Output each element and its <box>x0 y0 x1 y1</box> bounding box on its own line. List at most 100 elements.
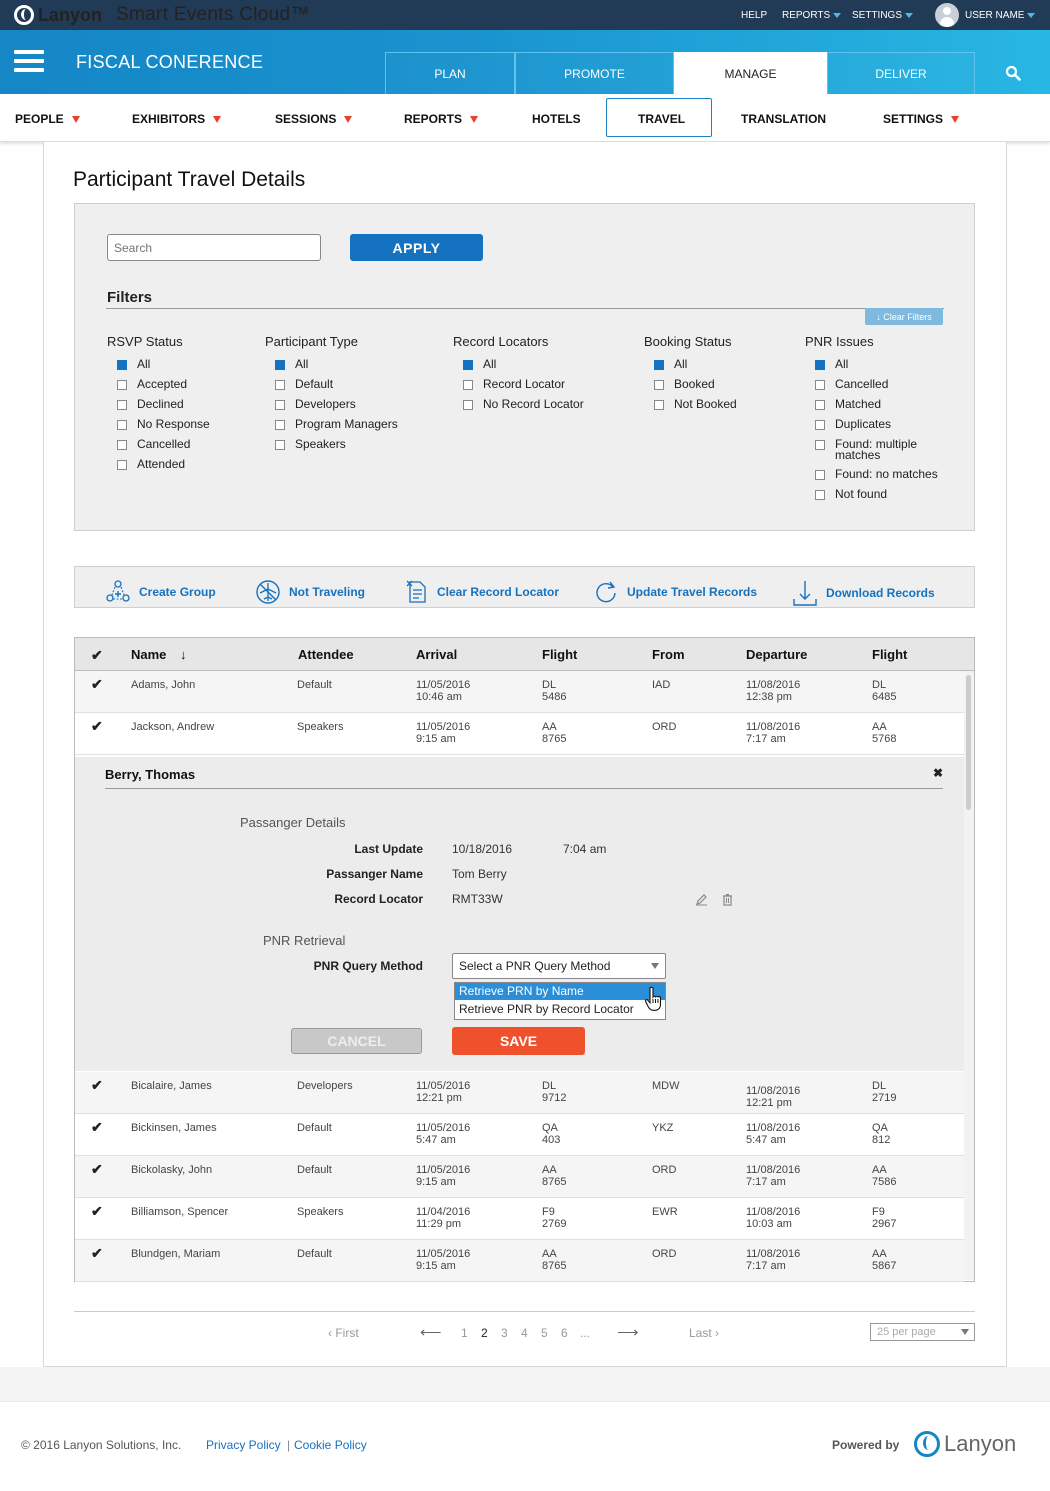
filter-option[interactable]: All <box>463 358 633 370</box>
filter-checkbox[interactable] <box>815 440 825 450</box>
page-number[interactable]: 6 <box>561 1326 568 1340</box>
filter-option[interactable]: Declined <box>117 398 287 410</box>
filter-option[interactable]: No Record Locator <box>463 398 633 410</box>
nav-translation[interactable]: TRANSLATION <box>741 112 826 126</box>
avatar[interactable] <box>935 3 959 27</box>
prev-page-arrow-icon[interactable]: ⟵ <box>420 1323 442 1341</box>
filter-checkbox[interactable] <box>815 400 825 410</box>
select-all-checkbox[interactable]: ✔ <box>91 648 103 662</box>
nav-hotels[interactable]: HOTELS <box>532 112 581 126</box>
save-button[interactable]: SAVE <box>452 1027 585 1055</box>
filter-checkbox[interactable] <box>117 440 127 450</box>
table-row[interactable] <box>75 1072 964 1114</box>
per-page-select[interactable]: 25 per page <box>870 1323 975 1341</box>
column-departure[interactable]: Departure <box>746 647 807 662</box>
row-checkbox[interactable]: ✔ <box>91 719 103 733</box>
clear-record-locator-button[interactable]: Clear Record Locator <box>405 579 559 605</box>
last-page-link[interactable]: Last › <box>689 1326 719 1340</box>
filter-option[interactable]: Record Locator <box>463 378 633 390</box>
not-traveling-button[interactable]: Not Traveling <box>255 579 365 605</box>
settings-menu[interactable]: SETTINGS <box>852 10 914 21</box>
filter-option[interactable]: All <box>117 358 287 370</box>
filter-option[interactable]: Found: multiple matches <box>815 438 955 461</box>
tab-plan[interactable]: PLAN <box>385 52 515 94</box>
footer-logo[interactable]: Lanyon <box>914 1431 1016 1457</box>
filter-checkbox[interactable] <box>463 360 473 370</box>
column-flight-return[interactable]: Flight <box>872 647 907 662</box>
row-checkbox[interactable]: ✔ <box>91 1246 103 1260</box>
filter-checkbox[interactable] <box>117 400 127 410</box>
filter-option[interactable]: Default <box>275 378 445 390</box>
filter-option[interactable]: Cancelled <box>117 438 287 450</box>
table-row[interactable] <box>75 671 964 713</box>
filter-option[interactable]: Matched <box>815 398 955 410</box>
sort-down-icon[interactable]: ↓ <box>180 647 187 662</box>
column-name[interactable]: Name ↓ <box>131 647 187 662</box>
column-flight[interactable]: Flight <box>542 647 577 662</box>
filter-option[interactable]: Accepted <box>117 378 287 390</box>
filter-option[interactable]: Developers <box>275 398 445 410</box>
filter-option[interactable]: Attended <box>117 458 287 470</box>
filter-checkbox[interactable] <box>275 360 285 370</box>
column-arrival[interactable]: Arrival <box>416 647 457 662</box>
filter-option[interactable]: All <box>815 358 955 370</box>
search-icon[interactable] <box>1005 65 1021 81</box>
row-checkbox[interactable]: ✔ <box>91 1078 103 1092</box>
nav-settings[interactable]: SETTINGS <box>883 112 960 126</box>
tab-promote[interactable]: PROMOTE <box>515 52 674 94</box>
dropdown-option-by-name[interactable]: Retrieve PRN by Name <box>455 983 665 1000</box>
filter-checkbox[interactable] <box>117 360 127 370</box>
app-logo[interactable]: Lanyon Smart Events Cloud™ <box>14 4 310 26</box>
filter-checkbox[interactable] <box>275 420 285 430</box>
nav-reports[interactable]: REPORTS <box>404 112 479 126</box>
privacy-policy-link[interactable]: Privacy Policy <box>206 1438 281 1452</box>
filter-checkbox[interactable] <box>815 470 825 480</box>
filter-checkbox[interactable] <box>815 360 825 370</box>
filter-checkbox[interactable] <box>654 400 664 410</box>
close-icon[interactable]: ✖ <box>933 766 943 780</box>
help-link[interactable]: HELP <box>741 10 767 21</box>
nav-sessions[interactable]: SESSIONS <box>275 112 353 126</box>
column-attendee[interactable]: Attendee <box>298 647 354 662</box>
column-from[interactable]: From <box>652 647 685 662</box>
filter-checkbox[interactable] <box>275 440 285 450</box>
page-number[interactable]: 4 <box>521 1326 528 1340</box>
trash-icon[interactable] <box>722 893 733 906</box>
filter-checkbox[interactable] <box>463 400 473 410</box>
user-menu[interactable]: USER NAME <box>965 10 1036 21</box>
filter-option[interactable]: No Response <box>117 418 287 430</box>
download-records-button[interactable]: Download Records <box>792 579 935 607</box>
row-checkbox[interactable]: ✔ <box>91 1162 103 1176</box>
filter-option[interactable]: Found: no matches <box>815 468 955 480</box>
filter-checkbox[interactable] <box>117 380 127 390</box>
filter-checkbox[interactable] <box>815 490 825 500</box>
filter-option[interactable]: Cancelled <box>815 378 955 390</box>
create-group-button[interactable]: Create Group <box>105 579 216 605</box>
pnr-query-method-select[interactable]: Select a PNR Query Method <box>452 953 666 979</box>
page-number[interactable]: 3 <box>501 1326 508 1340</box>
next-page-arrow-icon[interactable]: ⟶ <box>617 1323 639 1341</box>
row-checkbox[interactable]: ✔ <box>91 677 103 691</box>
reports-menu[interactable]: REPORTS <box>782 10 842 21</box>
table-row[interactable] <box>75 1114 964 1156</box>
row-checkbox[interactable]: ✔ <box>91 1120 103 1134</box>
page-number[interactable]: 5 <box>541 1326 548 1340</box>
filter-option[interactable]: Speakers <box>275 438 445 450</box>
table-row[interactable] <box>75 1156 964 1198</box>
nav-travel[interactable]: TRAVEL <box>638 112 685 126</box>
hamburger-menu-icon[interactable] <box>14 48 44 76</box>
nav-people[interactable]: PEOPLE <box>15 112 80 126</box>
nav-exhibitors[interactable]: EXHIBITORS <box>132 112 222 126</box>
filter-checkbox[interactable] <box>654 360 664 370</box>
dropdown-option-by-record-locator[interactable]: Retrieve PNR by Record Locator <box>455 1000 665 1018</box>
search-input[interactable] <box>107 234 321 261</box>
filter-option[interactable]: Not found <box>815 488 955 500</box>
filter-checkbox[interactable] <box>815 420 825 430</box>
cookie-policy-link[interactable]: Cookie Policy <box>294 1438 367 1452</box>
table-row[interactable] <box>75 713 964 755</box>
filter-checkbox[interactable] <box>815 380 825 390</box>
cancel-button[interactable]: CANCEL <box>291 1028 422 1054</box>
first-page-link[interactable]: ‹ First <box>328 1326 359 1340</box>
filter-checkbox[interactable] <box>117 460 127 470</box>
apply-button[interactable]: APPLY <box>350 234 483 261</box>
